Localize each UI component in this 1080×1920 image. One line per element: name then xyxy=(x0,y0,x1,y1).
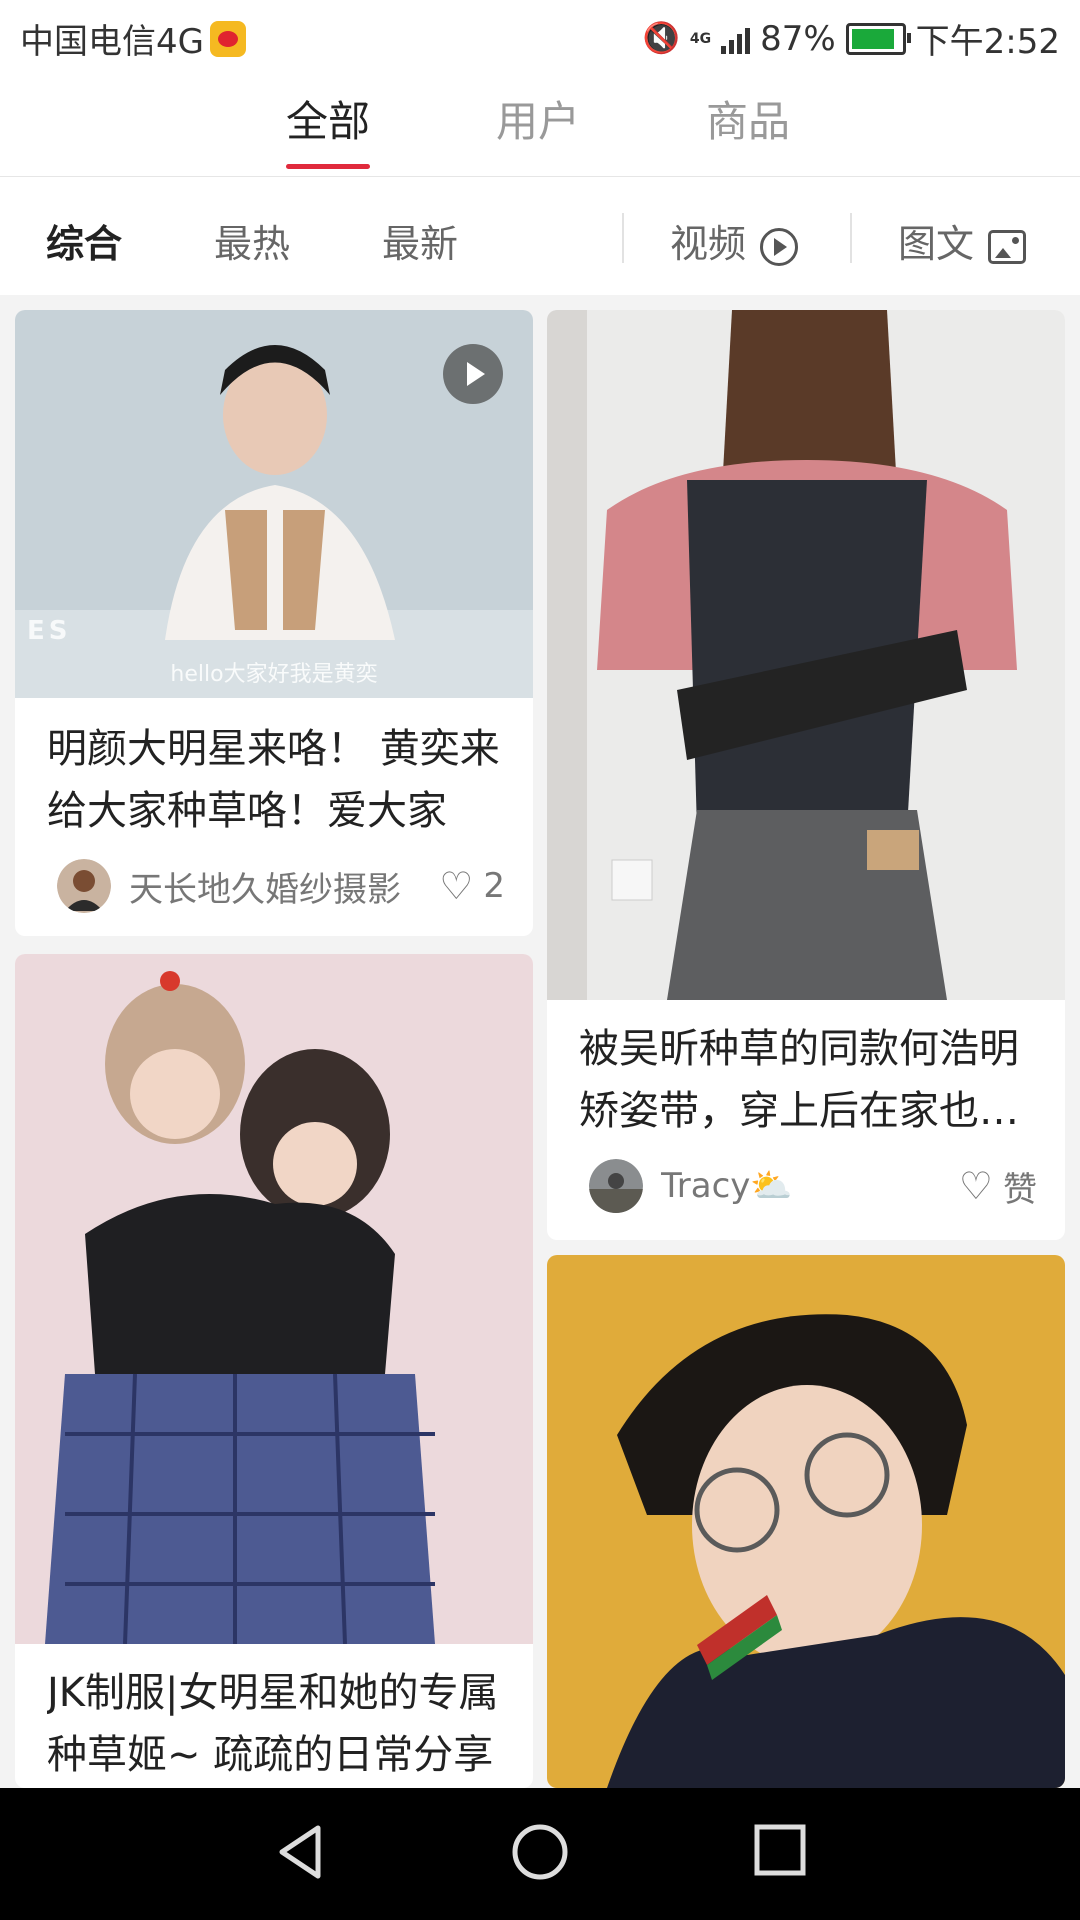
like-button[interactable]: ♡ 2 xyxy=(439,864,505,908)
card-meta: 天长地久婚纱摄影 ♡ 2 xyxy=(57,858,505,914)
filter-newest[interactable]: 最新 xyxy=(382,213,458,268)
recent-apps-icon[interactable] xyxy=(752,1822,808,1878)
author-name[interactable]: 天长地久婚纱摄影 xyxy=(129,862,439,911)
like-button[interactable]: ♡ 赞 xyxy=(959,1162,1037,1211)
battery-icon xyxy=(845,22,911,55)
like-count: 2 xyxy=(483,866,505,906)
tab-products[interactable]: 商品 xyxy=(706,88,790,149)
filter-bar: 综合 最热 最新 视频 图文 xyxy=(0,177,1080,295)
thumbnail-watermark: ES xyxy=(27,616,72,646)
divider xyxy=(622,213,624,263)
system-nav-bar xyxy=(0,1788,1080,1920)
network-type: 4G xyxy=(689,30,712,47)
carrier-label: 中国电信4G xyxy=(20,22,204,62)
post-image xyxy=(15,954,533,1644)
avatar[interactable] xyxy=(57,859,111,913)
play-icon xyxy=(760,227,799,266)
play-icon xyxy=(443,344,503,404)
author-name[interactable]: Tracy⛅ xyxy=(661,1166,959,1206)
avatar[interactable] xyxy=(589,1159,643,1213)
like-count: 赞 xyxy=(1003,1169,1037,1210)
card-title: 明颜大明星来咯！ 黄奕来给大家种草咯！爱大家 xyxy=(47,726,500,834)
tab-all[interactable]: 全部 xyxy=(286,88,371,169)
tab-users[interactable]: 用户 xyxy=(496,88,580,149)
feed-card[interactable]: JK制服|女明星和她的专属种草姬~ 疏疏的日常分享 xyxy=(15,954,533,1788)
status-bar: 中国电信4G 🔇 4G 87% 下午2:52 xyxy=(0,0,1080,72)
feed-card[interactable]: 被吴昕种草的同款何浩明矫姿带，穿上后在家也能挺直 Tracy⛅ ♡ 赞 xyxy=(547,310,1065,1240)
signal-icon xyxy=(721,24,751,54)
status-left: 中国电信4G xyxy=(20,14,246,63)
top-tab-bar: 全部 用户 商品 xyxy=(0,72,1080,177)
divider xyxy=(850,213,852,263)
card-title: 被吴昕种草的同款何浩明矫姿带，穿上后在家也能挺直 xyxy=(579,1026,1019,1134)
feed-card[interactable] xyxy=(547,1255,1065,1788)
post-image xyxy=(547,1255,1065,1788)
heart-icon: ♡ xyxy=(958,1164,993,1208)
home-icon[interactable] xyxy=(510,1822,570,1882)
filter-image-text[interactable]: 图文 xyxy=(898,213,1027,268)
back-icon[interactable] xyxy=(276,1822,324,1882)
image-icon xyxy=(988,229,1027,264)
filter-image-label: 图文 xyxy=(898,222,975,266)
filter-video-label: 视频 xyxy=(670,222,747,266)
status-right: 🔇 4G 87% 下午2:52 xyxy=(642,14,1060,63)
filter-comprehensive[interactable]: 综合 xyxy=(46,213,122,268)
filter-video[interactable]: 视频 xyxy=(670,213,799,268)
filter-hottest[interactable]: 最热 xyxy=(214,213,290,268)
card-meta: Tracy⛅ ♡ 赞 xyxy=(589,1158,1037,1214)
card-title: JK制服|女明星和她的专属种草姬~ 疏疏的日常分享 xyxy=(47,1670,499,1778)
battery-percent: 87% xyxy=(760,18,836,59)
weibo-app-icon xyxy=(209,20,246,57)
thumbnail-caption: hello大家好我是黄奕 xyxy=(170,662,378,687)
clock: 下午2:52 xyxy=(915,22,1060,62)
mute-icon: 🔇 xyxy=(642,21,680,56)
heart-icon: ♡ xyxy=(439,864,474,908)
feed-card[interactable]: ES hello大家好我是黄奕 明颜大明星来咯！ 黄奕来给大家种草咯！爱大家 天… xyxy=(15,310,533,936)
post-image xyxy=(547,310,1065,1000)
